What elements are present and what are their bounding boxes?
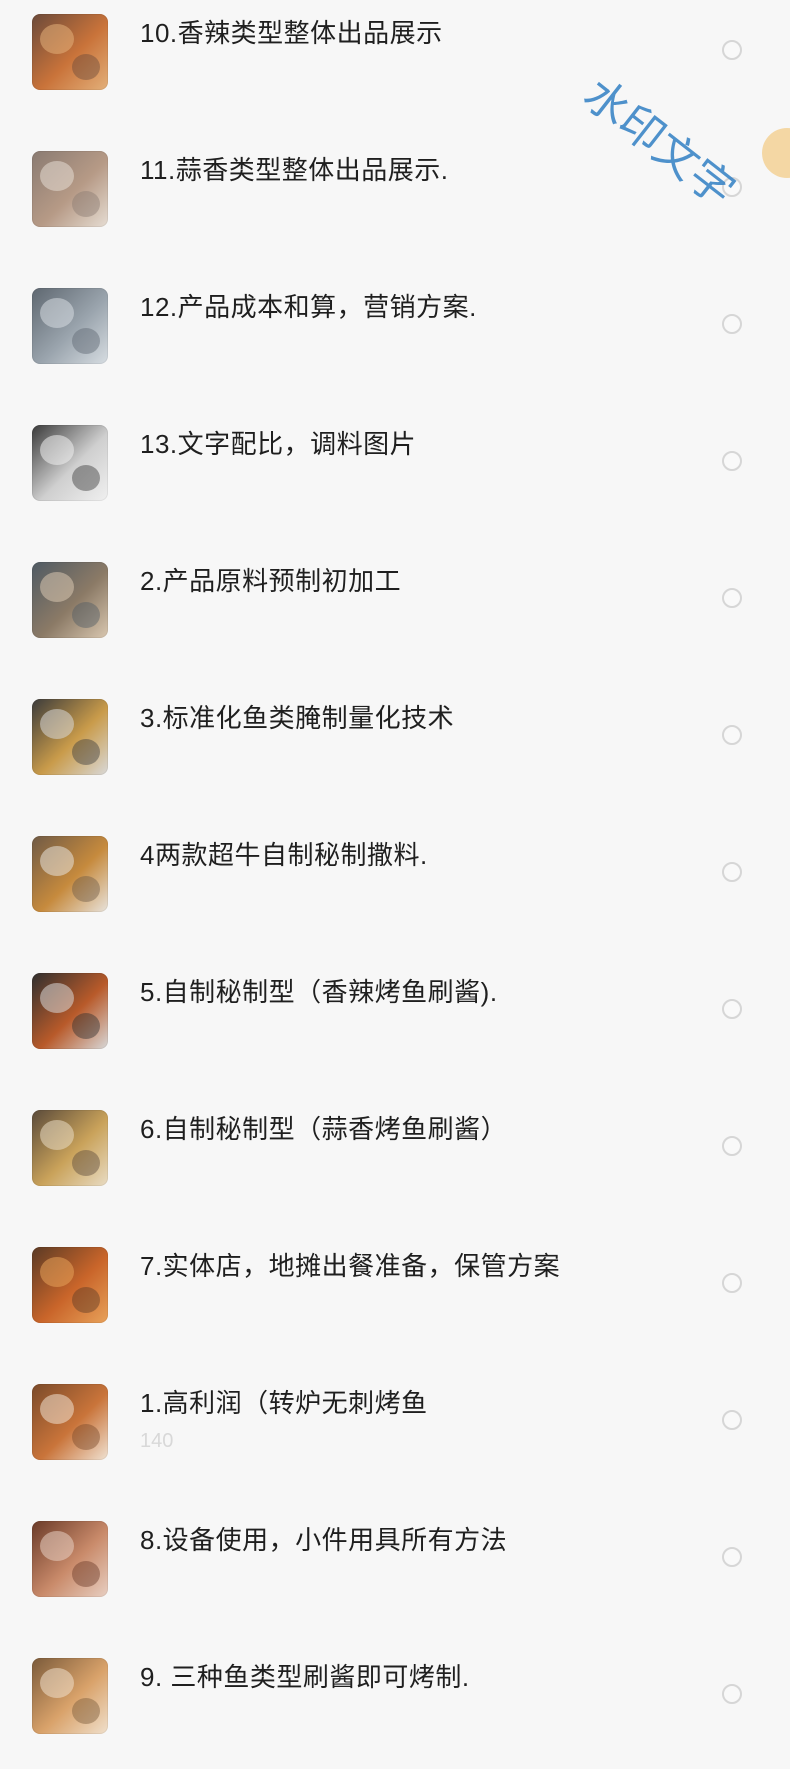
item-title[interactable]: 12.产品成本和算，营销方案. [140, 290, 477, 324]
item-title[interactable]: 3.标准化鱼类腌制量化技术 [140, 701, 454, 735]
select-radio[interactable] [722, 40, 742, 60]
thumbnail-shadow [72, 1287, 100, 1313]
thumbnail-highlight [40, 1120, 74, 1150]
list-item[interactable]: 5.自制秘制型（香辣烤鱼刷酱). [0, 947, 790, 1084]
thumbnail-shadow [72, 465, 100, 491]
item-title[interactable]: 4两款超牛自制秘制撒料. [140, 838, 428, 872]
thumbnail-highlight [40, 161, 74, 191]
thumbnail-shadow [72, 739, 100, 765]
list-item[interactable]: 1.高利润（转炉无刺烤鱼 140 [0, 1358, 790, 1495]
item-title[interactable]: 6.自制秘制型（蒜香烤鱼刷酱） [140, 1112, 507, 1146]
select-radio[interactable] [722, 588, 742, 608]
list-item[interactable]: 7.实体店，地摊出餐准备，保管方案 [0, 1221, 790, 1358]
list-item[interactable]: 8.设备使用，小件用具所有方法 [0, 1495, 790, 1632]
item-title[interactable]: 5.自制秘制型（香辣烤鱼刷酱). [140, 975, 498, 1009]
list-item[interactable]: 3.标准化鱼类腌制量化技术 [0, 673, 790, 810]
select-radio[interactable] [722, 1410, 742, 1430]
list-item[interactable]: 9. 三种鱼类型刷酱即可烤制. [0, 1632, 790, 1769]
select-radio[interactable] [722, 1136, 742, 1156]
select-radio[interactable] [722, 862, 742, 882]
item-thumbnail[interactable] [32, 425, 108, 501]
thumbnail-shadow [72, 1424, 100, 1450]
select-radio[interactable] [722, 1684, 742, 1704]
item-title[interactable]: 7.实体店，地摊出餐准备，保管方案 [140, 1249, 560, 1283]
item-thumbnail[interactable] [32, 973, 108, 1049]
thumbnail-shadow [72, 876, 100, 902]
thumbnail-highlight [40, 572, 74, 602]
select-radio[interactable] [722, 1273, 742, 1293]
video-list: 10.香辣类型整体出品展示 11.蒜香类型整体出品展示. 12.产品成本和算，营销方… [0, 0, 790, 1752]
thumbnail-shadow [72, 191, 100, 217]
thumbnail-shadow [72, 1013, 100, 1039]
select-radio[interactable] [722, 314, 742, 334]
thumbnail-shadow [72, 1698, 100, 1724]
item-title[interactable]: 11.蒜香类型整体出品展示. [140, 153, 448, 187]
item-thumbnail[interactable] [32, 1247, 108, 1323]
item-subtitle: 140 [140, 1430, 174, 1452]
item-title[interactable]: 9. 三种鱼类型刷酱即可烤制. [140, 1660, 470, 1694]
item-thumbnail[interactable] [32, 1384, 108, 1460]
list-item[interactable]: 12.产品成本和算，营销方案. [0, 262, 790, 399]
thumbnail-shadow [72, 602, 100, 628]
thumbnail-highlight [40, 435, 74, 465]
thumbnail-highlight [40, 1531, 74, 1561]
thumbnail-shadow [72, 328, 100, 354]
item-title[interactable]: 8.设备使用，小件用具所有方法 [140, 1523, 507, 1557]
list-item[interactable]: 6.自制秘制型（蒜香烤鱼刷酱） [0, 1084, 790, 1221]
item-title[interactable]: 13.文字配比，调料图片 [140, 427, 416, 461]
thumbnail-shadow [72, 1561, 100, 1587]
thumbnail-highlight [40, 24, 74, 54]
thumbnail-highlight [40, 983, 74, 1013]
item-thumbnail[interactable] [32, 1521, 108, 1597]
item-thumbnail[interactable] [32, 1110, 108, 1186]
list-item[interactable]: 13.文字配比，调料图片 [0, 399, 790, 536]
thumbnail-highlight [40, 1668, 74, 1698]
item-thumbnail[interactable] [32, 288, 108, 364]
item-thumbnail[interactable] [32, 14, 108, 90]
item-title[interactable]: 10.香辣类型整体出品展示 [140, 16, 443, 50]
select-radio[interactable] [722, 1547, 742, 1567]
thumbnail-shadow [72, 54, 100, 80]
item-thumbnail[interactable] [32, 562, 108, 638]
item-title[interactable]: 2.产品原料预制初加工 [140, 564, 401, 598]
list-item[interactable]: 4两款超牛自制秘制撒料. [0, 810, 790, 947]
item-thumbnail[interactable] [32, 836, 108, 912]
select-radio[interactable] [722, 725, 742, 745]
item-thumbnail[interactable] [32, 151, 108, 227]
thumbnail-highlight [40, 1394, 74, 1424]
thumbnail-highlight [40, 709, 74, 739]
thumbnail-highlight [40, 298, 74, 328]
thumbnail-highlight [40, 1257, 74, 1287]
item-thumbnail[interactable] [32, 1658, 108, 1734]
thumbnail-shadow [72, 1150, 100, 1176]
select-radio[interactable] [722, 451, 742, 471]
item-title[interactable]: 1.高利润（转炉无刺烤鱼 [140, 1386, 428, 1420]
item-thumbnail[interactable] [32, 699, 108, 775]
select-radio[interactable] [722, 999, 742, 1019]
list-item[interactable]: 2.产品原料预制初加工 [0, 536, 790, 673]
thumbnail-highlight [40, 846, 74, 876]
